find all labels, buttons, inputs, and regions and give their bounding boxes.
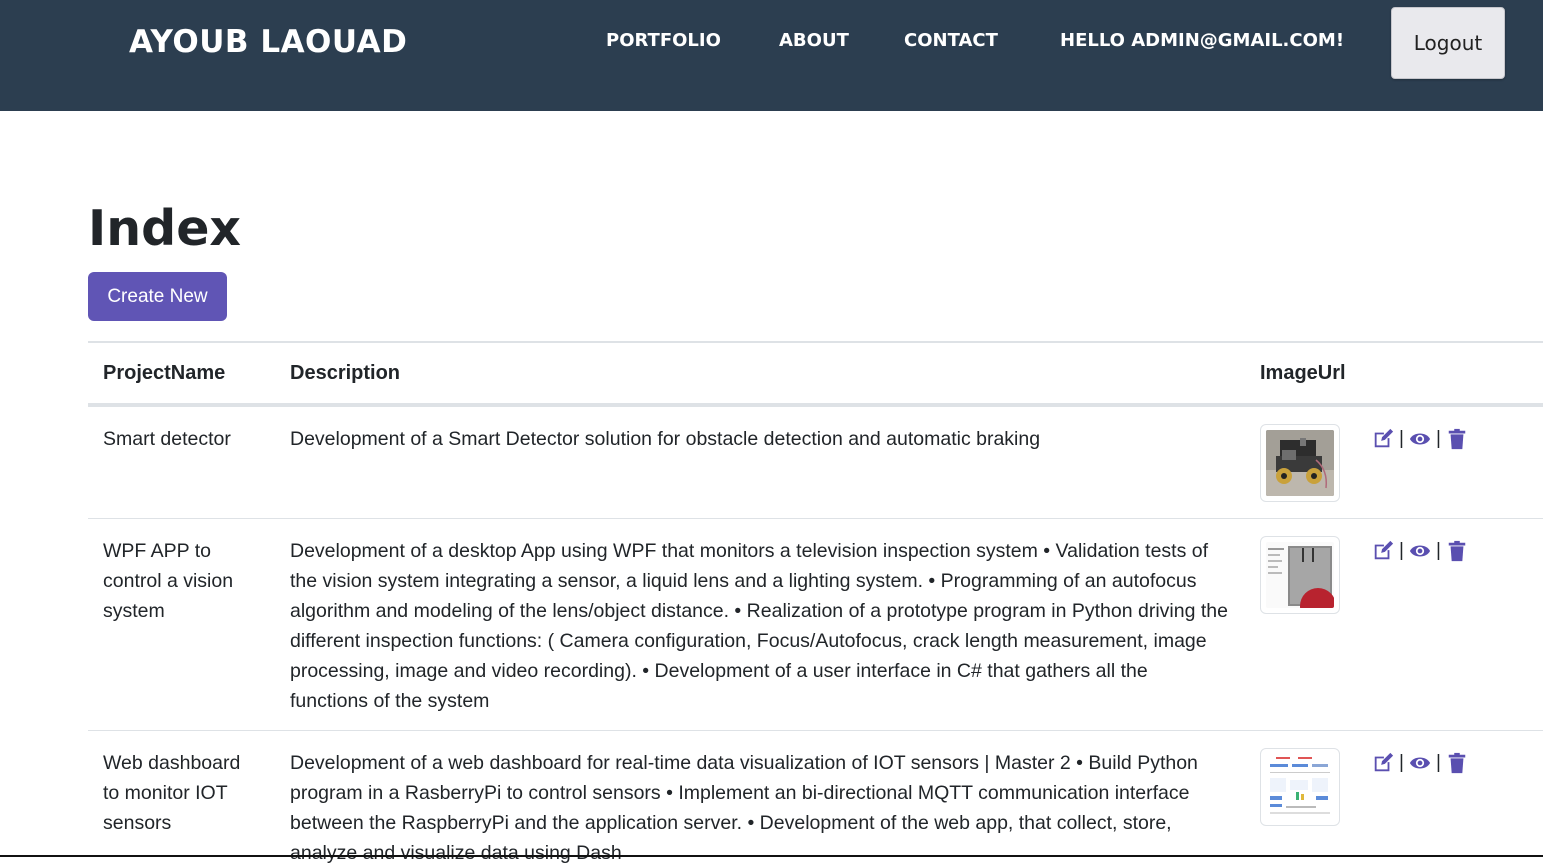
row-divider — [88, 730, 1543, 731]
logout-button[interactable]: Logout — [1391, 7, 1505, 79]
column-header-image-url: ImageUrl — [1260, 362, 1346, 384]
table-header-border — [88, 403, 1543, 407]
table-row: WPF APP to control a vision system Devel… — [88, 536, 1543, 731]
edit-icon[interactable] — [1372, 752, 1394, 774]
project-thumbnail[interactable] — [1260, 424, 1340, 502]
project-name-cell: Web dashboard to monitor IOT sensors — [103, 752, 241, 834]
project-name-cell: Smart detector — [103, 428, 231, 450]
row-actions: | | — [1372, 540, 1468, 562]
project-thumbnail[interactable] — [1260, 536, 1340, 614]
description-cell: Development of a web dashboard for real-… — [290, 752, 1198, 864]
page-title: Index — [88, 200, 242, 257]
action-separator: | — [1435, 752, 1441, 773]
action-separator: | — [1399, 428, 1404, 449]
column-header-project-name: ProjectName — [103, 362, 226, 384]
action-separator: | — [1435, 540, 1441, 561]
dashboard-screenshot — [1266, 754, 1334, 820]
action-separator: | — [1399, 752, 1404, 773]
table-top-border — [88, 341, 1543, 343]
row-divider — [88, 518, 1543, 519]
trash-icon[interactable] — [1446, 540, 1468, 562]
table-row: Web dashboard to monitor IOT sensors Dev… — [88, 748, 1543, 868]
brand-logo[interactable]: AYOUB LAOUAD — [129, 24, 407, 60]
create-new-button[interactable]: Create New — [88, 272, 227, 321]
nav-link-contact[interactable]: CONTACT — [904, 30, 998, 51]
column-header-description: Description — [290, 362, 401, 384]
edit-icon[interactable] — [1372, 428, 1394, 450]
description-cell: Development of a desktop App using WPF t… — [290, 540, 1228, 712]
trash-icon[interactable] — [1446, 752, 1468, 774]
robot-car-photo — [1266, 430, 1334, 496]
project-name-cell: WPF APP to control a vision system — [103, 540, 234, 622]
nav-link-about[interactable]: ABOUT — [779, 30, 849, 51]
user-greeting[interactable]: HELLO ADMIN@GMAIL.COM! — [1060, 30, 1344, 51]
description-cell: Development of a Smart Detector solution… — [290, 428, 1041, 450]
navbar: AYOUB LAOUAD PORTFOLIO ABOUT CONTACT HEL… — [0, 0, 1543, 111]
trash-icon[interactable] — [1446, 428, 1468, 450]
row-actions: | | — [1372, 752, 1468, 774]
eye-icon[interactable] — [1409, 540, 1431, 562]
edit-icon[interactable] — [1372, 540, 1394, 562]
project-thumbnail[interactable] — [1260, 748, 1340, 826]
eye-icon[interactable] — [1409, 752, 1431, 774]
desktop-app-screenshot — [1266, 542, 1334, 608]
row-actions: | | — [1372, 428, 1468, 450]
action-separator: | — [1399, 540, 1404, 561]
eye-icon[interactable] — [1409, 428, 1431, 450]
nav-link-portfolio[interactable]: PORTFOLIO — [606, 30, 721, 51]
action-separator: | — [1435, 428, 1441, 449]
table-row: Smart detector Development of a Smart De… — [88, 424, 1543, 518]
